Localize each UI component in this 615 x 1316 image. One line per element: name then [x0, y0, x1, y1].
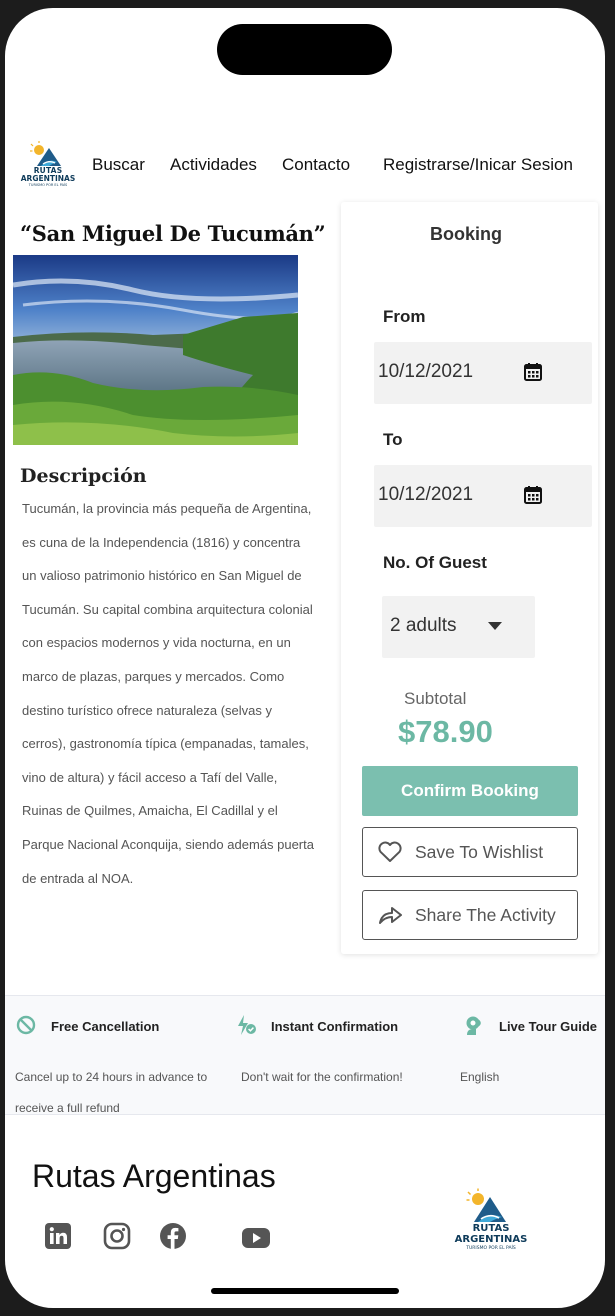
nav-register-login[interactable]: Registrarse/Inicar Sesion	[383, 155, 573, 175]
share-arrow-icon	[379, 907, 402, 924]
subtotal-value: $78.90	[398, 714, 493, 749]
subtotal-label: Subtotal	[404, 689, 467, 708]
guests-select[interactable]: 2 adults	[382, 596, 535, 658]
logo-tagline: TURISMO POR EL PAÍS	[28, 183, 68, 187]
booking-card: Booking From 10/12/2021 To 10/12/2021 No…	[341, 202, 598, 954]
header-logo[interactable]: RUTAS ARGENTINAS TURISMO POR EL PAÍS	[19, 140, 77, 190]
description-title: Descripción	[20, 465, 147, 487]
nav-actividades[interactable]: Actividades	[170, 155, 257, 175]
logo-text-argentinas: ARGENTINAS	[20, 174, 76, 183]
feature-title-cancellation: Free Cancellation	[51, 1019, 160, 1034]
nav-contacto[interactable]: Contacto	[282, 155, 350, 175]
guests-value: 2 adults	[390, 615, 457, 636]
from-date-field[interactable]: 10/12/2021	[374, 342, 592, 404]
footer-brand: Rutas Argentinas	[32, 1158, 276, 1194]
phone-screen: RUTAS ARGENTINAS TURISMO POR EL PAÍS Bus…	[5, 8, 605, 1308]
footer-logo-tagline: TURISMO POR EL PAÍS	[466, 1246, 516, 1251]
footer-logo-argentinas: ARGENTINAS	[454, 1234, 528, 1245]
calendar-icon[interactable]	[523, 485, 543, 505]
confirm-booking-button[interactable]: Confirm Booking	[362, 766, 578, 816]
youtube-icon[interactable]	[242, 1224, 270, 1252]
chevron-down-icon	[488, 622, 502, 630]
heart-icon	[378, 841, 402, 862]
footer-logo: RUTAS ARGENTINAS TURISMO POR EL PAÍS	[448, 1188, 534, 1254]
logo-mark-icon	[466, 1188, 506, 1222]
place-photo	[13, 255, 298, 445]
no-sign-icon	[16, 1015, 36, 1035]
guests-label: No. Of Guest	[383, 553, 487, 572]
footer-logo-rutas: RUTAS	[472, 1223, 510, 1234]
save-wishlist-button[interactable]: Save To Wishlist	[362, 827, 578, 877]
share-activity-label: Share The Activity	[415, 905, 556, 925]
to-date-value: 10/12/2021	[378, 484, 474, 505]
landscape-photo-icon	[13, 255, 298, 445]
to-label: To	[383, 430, 403, 449]
feature-desc-guide: English	[460, 1070, 500, 1084]
guide-icon	[466, 1016, 481, 1035]
share-activity-button[interactable]: Share The Activity	[362, 890, 578, 940]
description-text: Tucumán, la provincia más pequeña de Arg…	[22, 501, 314, 886]
home-indicator[interactable]	[211, 1288, 399, 1294]
instagram-icon[interactable]	[103, 1222, 131, 1250]
to-date-field[interactable]: 10/12/2021	[374, 465, 592, 527]
feature-title-guide: Live Tour Guide	[499, 1019, 597, 1034]
feature-desc-confirmation: Don't wait for the confirmation!	[241, 1070, 403, 1084]
from-date-value: 10/12/2021	[378, 361, 474, 382]
features-strip: Free Cancellation Cancel up to 24 hours …	[5, 995, 605, 1115]
dynamic-island	[217, 24, 392, 75]
instant-confirm-icon	[238, 1015, 256, 1035]
feature-title-confirmation: Instant Confirmation	[271, 1019, 399, 1034]
facebook-icon[interactable]	[159, 1222, 187, 1250]
nav-buscar[interactable]: Buscar	[92, 155, 145, 175]
booking-title: Booking	[430, 224, 502, 244]
save-wishlist-label: Save To Wishlist	[415, 842, 544, 862]
calendar-icon[interactable]	[523, 362, 543, 382]
linkedin-icon[interactable]	[44, 1222, 72, 1250]
place-title: “San Miguel De Tucumán”	[20, 221, 326, 246]
feature-desc-cancellation: Cancel up to 24 hours in advance to rece…	[15, 1070, 208, 1115]
from-label: From	[383, 307, 426, 326]
